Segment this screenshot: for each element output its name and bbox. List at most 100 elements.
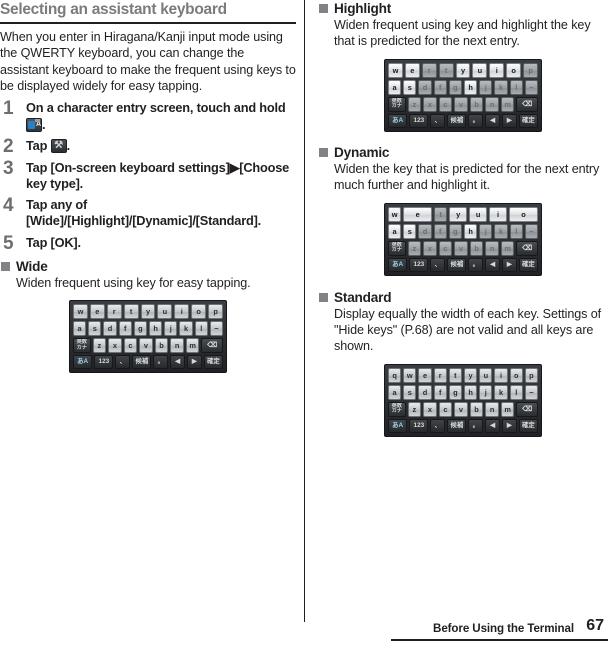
key-確定[interactable]: 確定 — [518, 113, 538, 128]
keyboard-wide[interactable]: w e r t y u i o p a s d f g h j k l − 英数 カナ z x c v b n m ⌫ あA 123、候補。… — [69, 300, 227, 374]
key-t[interactable]: t — [123, 304, 139, 320]
key-⌫[interactable]: ⌫ — [201, 338, 224, 354]
key-d[interactable]: d — [418, 384, 432, 400]
key-y[interactable]: y — [140, 304, 156, 320]
key-g[interactable]: g — [448, 79, 463, 95]
key-あA[interactable]: あA — [73, 355, 93, 370]
key-r[interactable]: r — [433, 367, 447, 383]
key-m[interactable]: m — [500, 240, 515, 256]
key-b[interactable]: b — [469, 401, 484, 417]
key-英数-カナ[interactable]: 英数 カナ — [73, 338, 91, 354]
key-z[interactable]: z — [92, 338, 107, 354]
key-f[interactable]: f — [433, 223, 447, 239]
key-c[interactable]: c — [438, 401, 453, 417]
key-a[interactable]: a — [388, 223, 402, 239]
key-▶[interactable]: ▶ — [502, 257, 517, 272]
key-n[interactable]: n — [485, 401, 499, 417]
key-z[interactable]: z — [407, 96, 422, 112]
keyboard-standard[interactable]: q w e r t y u i o p a s d f g h j k l − 英数 カナ z x c v b n m ⌫ あA 123、候補… — [384, 363, 542, 437]
key-x[interactable]: x — [423, 240, 437, 256]
keyboard-dynamic[interactable]: w e t y u i o a s d f g h j k l − 英数 カナ z x c v b n m ⌫ あA 123、候補。 ◀ ▶… — [384, 202, 542, 276]
key-、[interactable]: 、 — [430, 113, 446, 128]
key-123[interactable]: 123 — [94, 355, 114, 370]
key-u[interactable]: u — [469, 206, 488, 222]
key-i[interactable]: i — [489, 62, 505, 78]
key-w[interactable]: w — [73, 304, 88, 320]
key-⌫[interactable]: ⌫ — [516, 96, 539, 112]
key-x[interactable]: x — [108, 338, 122, 354]
key-◀[interactable]: ◀ — [485, 418, 500, 433]
key-−[interactable]: − — [524, 79, 539, 95]
key-。[interactable]: 。 — [468, 113, 484, 128]
key-f[interactable]: f — [433, 384, 447, 400]
key-g[interactable]: g — [133, 321, 148, 337]
key-j[interactable]: j — [164, 321, 178, 337]
key-。[interactable]: 。 — [468, 257, 484, 272]
key-。[interactable]: 。 — [468, 418, 484, 433]
key-▶[interactable]: ▶ — [502, 418, 517, 433]
key-h[interactable]: h — [464, 384, 478, 400]
key-x[interactable]: x — [423, 401, 437, 417]
key-u[interactable]: u — [157, 304, 173, 320]
key-英数-カナ[interactable]: 英数 カナ — [388, 96, 406, 112]
key-l[interactable]: l — [194, 321, 208, 337]
key-x[interactable]: x — [423, 96, 437, 112]
key-l[interactable]: l — [509, 79, 523, 95]
key-a[interactable]: a — [73, 321, 87, 337]
key-k[interactable]: k — [494, 223, 508, 239]
key-123[interactable]: 123 — [409, 257, 429, 272]
key-w[interactable]: w — [403, 367, 417, 383]
key-n[interactable]: n — [485, 240, 499, 256]
key-b[interactable]: b — [469, 240, 484, 256]
key-i[interactable]: i — [174, 304, 190, 320]
key-o[interactable]: o — [508, 206, 538, 222]
key-v[interactable]: v — [454, 96, 468, 112]
key-w[interactable]: w — [388, 206, 402, 222]
key-e[interactable]: e — [418, 367, 432, 383]
key-h[interactable]: h — [464, 79, 478, 95]
key-f[interactable]: f — [433, 79, 447, 95]
key-◀[interactable]: ◀ — [485, 257, 500, 272]
key-123[interactable]: 123 — [409, 418, 429, 433]
key-u[interactable]: u — [472, 62, 488, 78]
key-、[interactable]: 、 — [430, 418, 446, 433]
key-g[interactable]: g — [448, 223, 463, 239]
key-l[interactable]: l — [509, 384, 523, 400]
key-あA[interactable]: あA — [388, 418, 408, 433]
key-▶[interactable]: ▶ — [187, 355, 202, 370]
key-r[interactable]: r — [421, 62, 437, 78]
key-候補[interactable]: 候補 — [132, 355, 152, 370]
key-あA[interactable]: あA — [388, 113, 408, 128]
key-候補[interactable]: 候補 — [447, 418, 467, 433]
key-英数-カナ[interactable]: 英数 カナ — [388, 240, 406, 256]
key-e[interactable]: e — [403, 206, 433, 222]
key-h[interactable]: h — [464, 223, 478, 239]
key-j[interactable]: j — [479, 79, 493, 95]
key-確定[interactable]: 確定 — [518, 257, 538, 272]
key-u[interactable]: u — [479, 367, 493, 383]
key-e[interactable]: e — [89, 304, 105, 320]
key-s[interactable]: s — [403, 223, 417, 239]
key-z[interactable]: z — [407, 240, 422, 256]
key-n[interactable]: n — [485, 96, 499, 112]
key-k[interactable]: k — [179, 321, 193, 337]
key-v[interactable]: v — [454, 401, 468, 417]
key-a[interactable]: a — [388, 79, 402, 95]
key-v[interactable]: v — [454, 240, 468, 256]
key-p[interactable]: p — [523, 62, 539, 78]
key-英数-カナ[interactable]: 英数 カナ — [388, 401, 406, 417]
key-l[interactable]: l — [509, 223, 523, 239]
key-f[interactable]: f — [118, 321, 132, 337]
key-。[interactable]: 。 — [153, 355, 169, 370]
key-q[interactable]: q — [388, 367, 402, 383]
key-y[interactable]: y — [449, 206, 468, 222]
key-⌫[interactable]: ⌫ — [516, 240, 539, 256]
key-y[interactable]: y — [464, 367, 478, 383]
key-i[interactable]: i — [489, 206, 507, 222]
key-t[interactable]: t — [434, 206, 448, 222]
key-p[interactable]: p — [208, 304, 224, 320]
key-m[interactable]: m — [500, 96, 515, 112]
key-w[interactable]: w — [388, 62, 403, 78]
key-候補[interactable]: 候補 — [447, 257, 467, 272]
key-◀[interactable]: ◀ — [485, 113, 500, 128]
